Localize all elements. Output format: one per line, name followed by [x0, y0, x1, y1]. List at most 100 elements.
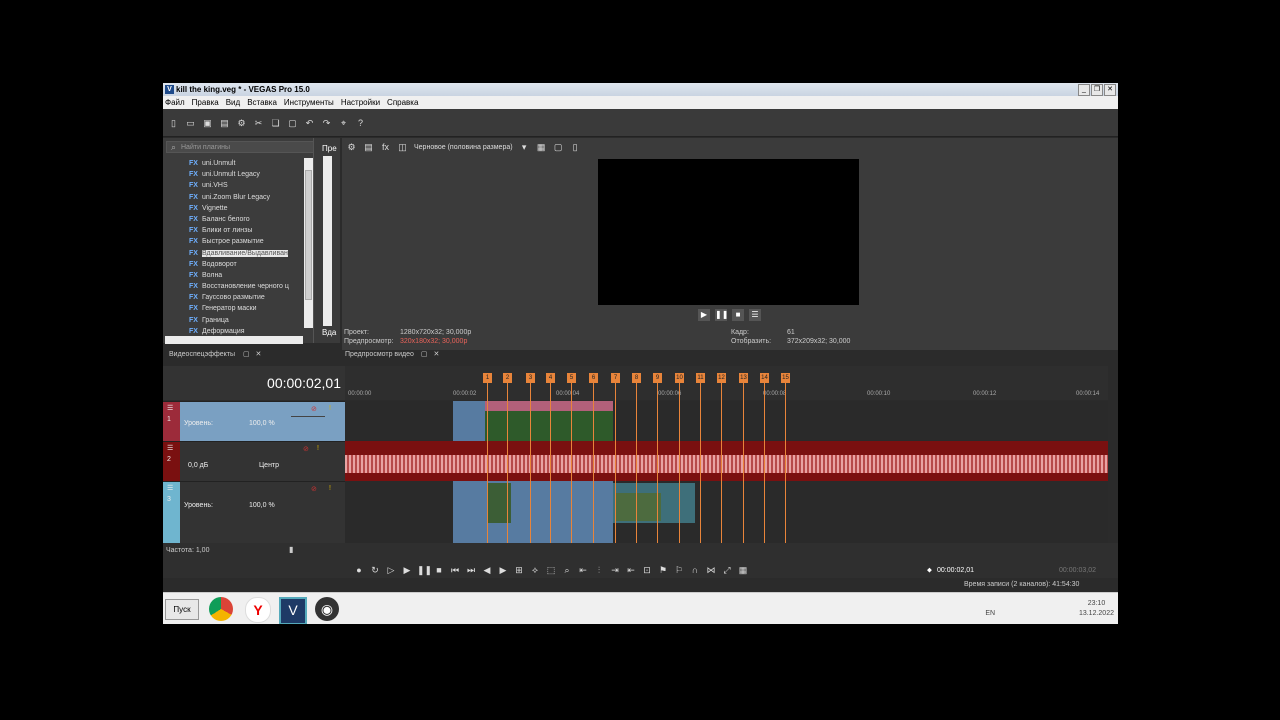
- external-monitor-icon[interactable]: ▤: [363, 142, 374, 153]
- plugin-list-item[interactable]: FX Блики от линзы: [189, 225, 311, 236]
- track-2-solo-icon[interactable]: !: [317, 445, 319, 452]
- plugin-list-item[interactable]: FX uni.VHS: [189, 180, 311, 191]
- stop-icon[interactable]: ■: [433, 565, 445, 577]
- marker-icon[interactable]: ⚑: [657, 565, 669, 577]
- restore-button[interactable]: ❐: [1091, 84, 1103, 96]
- preview-menu-button[interactable]: ☰: [749, 309, 761, 321]
- play-icon[interactable]: ▶: [401, 565, 413, 577]
- language-indicator[interactable]: EN: [985, 610, 995, 617]
- menu-insert[interactable]: Вставка: [247, 96, 277, 109]
- plugin-list-item[interactable]: FX Восстановление черного ц: [189, 281, 311, 292]
- trim-end-icon[interactable]: ⇤: [625, 565, 637, 577]
- plugin-list-item[interactable]: FX uni.Zoom Blur Legacy: [189, 192, 311, 203]
- split-screen-icon[interactable]: ◫: [397, 142, 408, 153]
- track-3-menu-icon[interactable]: ☰: [167, 484, 173, 492]
- menu-file[interactable]: Файл: [165, 96, 185, 109]
- plugin-list-item[interactable]: FX Граница: [189, 315, 311, 326]
- prev-frame-icon[interactable]: ◀: [481, 565, 493, 577]
- close-tab-icon-2[interactable]: ✕: [433, 351, 439, 358]
- plugin-list-item[interactable]: FX Генератор маски: [189, 303, 311, 314]
- video-clip-track-3b[interactable]: [613, 483, 695, 523]
- envelope-tool-icon[interactable]: ⟡: [529, 565, 541, 577]
- yandex-browser-icon[interactable]: Y: [245, 597, 271, 623]
- fx-icon[interactable]: fx: [380, 142, 391, 153]
- track-1-solo-icon[interactable]: !: [329, 405, 331, 412]
- render-icon[interactable]: ▤: [219, 118, 230, 129]
- help-icon[interactable]: ?: [355, 118, 366, 129]
- auto-ripple-icon[interactable]: ⋈: [705, 565, 717, 577]
- dock-icon[interactable]: ▢: [243, 351, 250, 358]
- grid-overlay-icon[interactable]: ▦: [536, 142, 547, 153]
- copy-snapshot-icon[interactable]: ▢: [553, 142, 564, 153]
- plugin-search-input[interactable]: ⌕ Найти плагины: [166, 141, 314, 153]
- snap-icon[interactable]: ⌖: [338, 118, 349, 129]
- redo-icon[interactable]: ↷: [321, 118, 332, 129]
- video-clip-track-1[interactable]: [485, 401, 613, 441]
- track-1-header[interactable]: ☰ 1 Уровень: 100,0 % ⊘ !: [163, 401, 345, 442]
- go-to-end-icon[interactable]: ⏭: [465, 565, 477, 577]
- video-clip-track-3a[interactable]: [487, 483, 511, 523]
- minimize-button[interactable]: _: [1078, 84, 1090, 96]
- play-from-start-icon[interactable]: ▷: [385, 565, 397, 577]
- preview-tab[interactable]: Предпросмотр видео ▢ ✕: [345, 349, 465, 360]
- plugin-list-item[interactable]: FX Vignette: [189, 203, 311, 214]
- edit-tool-icon[interactable]: ⊞: [513, 565, 525, 577]
- plugin-list-item[interactable]: FX Гауссово размытие: [189, 292, 311, 303]
- track-1-mute-icon[interactable]: ⊘: [311, 405, 317, 413]
- track-1-level-slider[interactable]: [291, 416, 325, 417]
- region-icon[interactable]: ⚐: [673, 565, 685, 577]
- copy-icon[interactable]: ❏: [270, 118, 281, 129]
- cut-icon[interactable]: ✂: [253, 118, 264, 129]
- plugin-list-item[interactable]: FX Баланс белого: [189, 214, 311, 225]
- menu-edit[interactable]: Правка: [192, 96, 219, 109]
- trim-start-icon[interactable]: ⇥: [609, 565, 621, 577]
- track-3-header[interactable]: ☰ 3 Уровень: 100,0 % ⊘ !: [163, 481, 345, 544]
- chevron-down-icon[interactable]: ▾: [519, 142, 530, 153]
- track-1-menu-icon[interactable]: ☰: [167, 404, 173, 412]
- menu-view[interactable]: Вид: [226, 96, 240, 109]
- presets-scrollbar[interactable]: [323, 156, 332, 326]
- plugin-list-item[interactable]: FX Быстрое размытие: [189, 236, 311, 247]
- plugin-list-item[interactable]: FX uni.Unmult: [189, 158, 311, 169]
- chrome-icon[interactable]: [209, 597, 233, 621]
- obs-icon[interactable]: ◉: [315, 597, 339, 621]
- grid-icon[interactable]: ▦: [737, 565, 749, 577]
- start-button[interactable]: Пуск: [165, 599, 199, 620]
- plugin-list-item[interactable]: FX uni.Unmult Legacy: [189, 169, 311, 180]
- lock-icon[interactable]: ⊡: [641, 565, 653, 577]
- track-3-solo-icon[interactable]: !: [329, 485, 331, 492]
- timeline-tracks[interactable]: [345, 401, 1108, 543]
- menu-help[interactable]: Справка: [387, 96, 418, 109]
- track-2-mute-icon[interactable]: ⊘: [303, 445, 309, 453]
- select-tool-icon[interactable]: ⬚: [545, 565, 557, 577]
- preview-stop-button[interactable]: ■: [732, 309, 744, 321]
- plugin-list-item[interactable]: FX Водоворот: [189, 259, 311, 270]
- plugin-list-scrollbar[interactable]: [304, 158, 313, 328]
- fx-tab[interactable]: Видеоспецэффекты ▢ ✕: [163, 349, 339, 360]
- rate-slider-handle[interactable]: ▮: [289, 545, 293, 554]
- plugin-list-item[interactable]: FX Деформация: [189, 326, 311, 336]
- split-icon[interactable]: ⫶: [593, 565, 605, 577]
- vegas-taskbar-icon[interactable]: V: [279, 597, 307, 624]
- preview-settings-icon[interactable]: ⚙: [346, 142, 357, 153]
- audio-event-track-2[interactable]: [345, 441, 1108, 481]
- track-2-header[interactable]: ☰ 2 0,0 дБ Центр ⊘ !: [163, 441, 345, 482]
- save-snapshot-icon[interactable]: ▯: [570, 142, 581, 153]
- save-icon[interactable]: ▣: [202, 118, 213, 129]
- snap-magnet-icon[interactable]: ∩: [689, 565, 701, 577]
- menu-options[interactable]: Настройки: [341, 96, 380, 109]
- go-to-start-icon[interactable]: ⏮: [449, 565, 461, 577]
- undo-icon[interactable]: ↶: [304, 118, 315, 129]
- dock-icon-2[interactable]: ▢: [421, 351, 428, 358]
- next-frame-icon[interactable]: ▶: [497, 565, 509, 577]
- plugin-list-hscrollbar[interactable]: [165, 336, 303, 344]
- zoom-tool-icon[interactable]: ⌕: [561, 565, 573, 577]
- settings-gear-icon[interactable]: ⚙: [236, 118, 247, 129]
- open-folder-icon[interactable]: ▭: [185, 118, 196, 129]
- menu-tools[interactable]: Инструменты: [284, 96, 334, 109]
- preview-play-button[interactable]: ▶: [698, 309, 710, 321]
- normal-edit-icon[interactable]: ⇤: [577, 565, 589, 577]
- timeline-ruler[interactable]: 00:00:00 00:00:02 00:00:04 00:00:06 00:0…: [345, 366, 1108, 400]
- plugin-list-item[interactable]: FX Волна: [189, 270, 311, 281]
- record-icon[interactable]: ●: [353, 565, 365, 577]
